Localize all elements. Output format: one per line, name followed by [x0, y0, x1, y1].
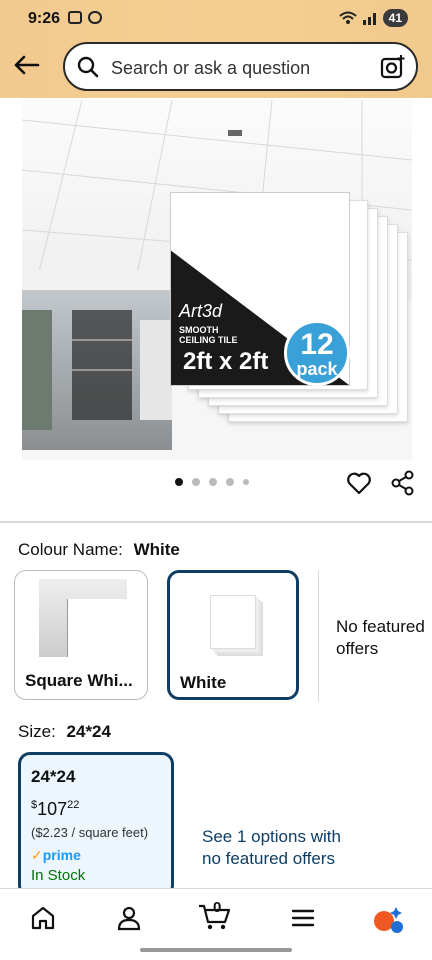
- colour-option-square-white[interactable]: Square Whi...: [14, 570, 148, 700]
- gesture-home-bar[interactable]: [140, 948, 292, 952]
- see-options-link[interactable]: See 1 options with no featured offers: [202, 826, 341, 870]
- home-icon[interactable]: [30, 905, 56, 931]
- product-tag: SMOOTH CEILING TILE: [179, 325, 238, 345]
- tile-size-text: 2ft x 2ft: [183, 348, 269, 375]
- rufus-assistant-icon[interactable]: [372, 905, 404, 935]
- colour-selected: White: [133, 540, 180, 559]
- wifi-icon: [338, 11, 357, 24]
- carousel-dot[interactable]: [175, 478, 183, 486]
- unit-price: ($2.23 / square feet): [31, 825, 149, 840]
- carousel-dot[interactable]: [226, 478, 234, 486]
- cart-count: 0: [213, 899, 222, 916]
- size-label-row: Size: 24*24: [18, 722, 111, 742]
- size-option-card[interactable]: 24*24 $10722 ($2.23 / square feet) ✓prim…: [18, 752, 174, 897]
- colour-option-label: White: [180, 673, 227, 692]
- prime-badge: ✓prime: [31, 847, 81, 863]
- camera-search-icon[interactable]: [380, 54, 406, 80]
- screenshot-icon: [68, 11, 82, 24]
- carousel-dot[interactable]: [192, 478, 200, 486]
- option-divider: [318, 570, 319, 702]
- search-placeholder[interactable]: Search or ask a question: [111, 58, 310, 79]
- colour-option-white[interactable]: White: [167, 570, 299, 700]
- status-notification-icons: [68, 11, 102, 24]
- colour-option-label: Square Whi...: [25, 671, 133, 690]
- search-icon: [77, 56, 99, 78]
- heart-icon[interactable]: [346, 470, 372, 496]
- colour-label-row: Colour Name: White: [18, 540, 180, 560]
- product-image[interactable]: Art3d SMOOTH CEILING TILE 2ft x 2ft 12 p…: [22, 100, 412, 460]
- notification-icon: [88, 11, 102, 24]
- back-arrow-icon[interactable]: [10, 48, 44, 82]
- section-divider: [0, 521, 432, 523]
- option-thumbnail: [39, 579, 128, 657]
- colour-label: Colour Name:: [18, 540, 123, 559]
- size-option-title: 24*24: [31, 767, 76, 786]
- room-background: [22, 270, 172, 450]
- brand-logo: Art3d: [179, 301, 223, 321]
- signal-icon: [362, 13, 376, 25]
- cart-button[interactable]: 0: [198, 899, 234, 933]
- carousel-dot[interactable]: [209, 478, 217, 486]
- option-thumbnail: [210, 595, 256, 649]
- price: $10722: [31, 799, 80, 819]
- share-icon[interactable]: [390, 470, 416, 496]
- app-header: 9:26 41 Search or ask a question: [0, 0, 432, 98]
- menu-icon[interactable]: [290, 905, 316, 931]
- pack-badge: 12 pack: [284, 320, 350, 386]
- prime-check-icon: ✓: [31, 847, 43, 863]
- status-right: 41: [338, 9, 408, 27]
- status-time: 9:26: [28, 10, 61, 27]
- carousel-dot[interactable]: [243, 479, 249, 485]
- stock-status: In Stock: [31, 867, 86, 884]
- account-icon[interactable]: [116, 905, 142, 931]
- size-selected: 24*24: [66, 722, 111, 741]
- no-featured-offers: No featured offers: [336, 617, 425, 658]
- status-bar: 9:26 41: [0, 0, 432, 36]
- size-label: Size:: [18, 722, 56, 741]
- image-carousel-dots[interactable]: [175, 478, 249, 486]
- search-bar[interactable]: Search or ask a question: [63, 42, 418, 91]
- battery-indicator: 41: [382, 9, 408, 27]
